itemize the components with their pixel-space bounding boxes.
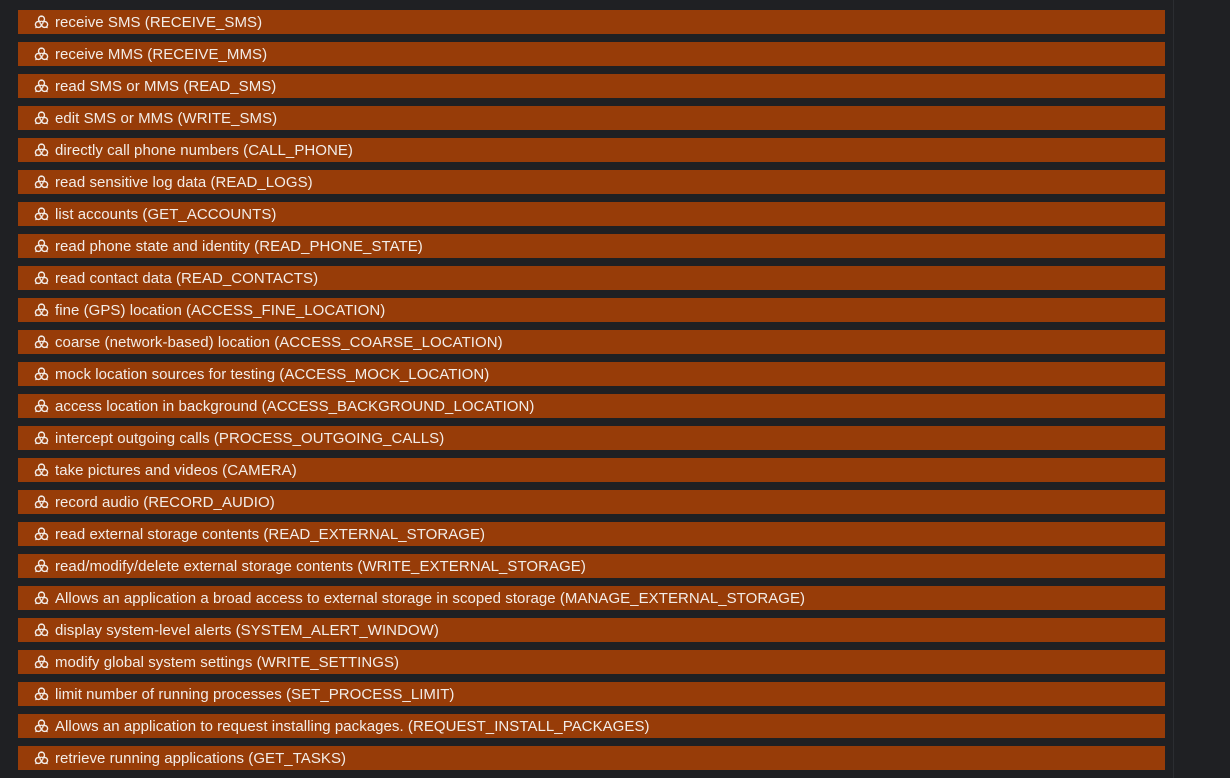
permission-row[interactable]: Allows an application to request install… bbox=[18, 714, 1165, 738]
permissions-page: receive SMS (RECEIVE_SMS) receive MMS (R… bbox=[0, 0, 1230, 778]
permission-label: read sensitive log data (READ_LOGS) bbox=[55, 173, 313, 191]
permission-row[interactable]: access location in background (ACCESS_BA… bbox=[18, 394, 1165, 418]
permission-label: modify global system settings (WRITE_SET… bbox=[55, 653, 400, 671]
permission-label: retrieve running applications (GET_TASKS… bbox=[55, 749, 347, 767]
permission-label: directly call phone numbers (CALL_PHONE) bbox=[55, 141, 353, 159]
permission-row[interactable]: read SMS or MMS (READ_SMS) bbox=[18, 74, 1165, 98]
biohazard-icon bbox=[32, 269, 50, 287]
permission-label: receive SMS (RECEIVE_SMS) bbox=[55, 13, 263, 31]
permission-row[interactable]: display system-level alerts (SYSTEM_ALER… bbox=[18, 618, 1165, 642]
biohazard-icon bbox=[32, 77, 50, 95]
permission-row[interactable]: receive SMS (RECEIVE_SMS) bbox=[18, 10, 1165, 34]
biohazard-icon bbox=[32, 461, 50, 479]
permission-row[interactable]: mock location sources for testing (ACCES… bbox=[18, 362, 1165, 386]
biohazard-icon bbox=[32, 397, 50, 415]
permission-row[interactable]: Allows an application a broad access to … bbox=[18, 586, 1165, 610]
permission-row[interactable]: read contact data (READ_CONTACTS) bbox=[18, 266, 1165, 290]
permission-label: receive MMS (RECEIVE_MMS) bbox=[55, 45, 268, 63]
biohazard-icon bbox=[32, 365, 50, 383]
biohazard-icon bbox=[32, 685, 50, 703]
biohazard-icon bbox=[32, 109, 50, 127]
permission-row[interactable]: receive MMS (RECEIVE_MMS) bbox=[18, 42, 1165, 66]
biohazard-icon bbox=[32, 557, 50, 575]
permission-row[interactable]: record audio (RECORD_AUDIO) bbox=[18, 490, 1165, 514]
permission-label: coarse (network-based) location (ACCESS_… bbox=[55, 333, 503, 351]
biohazard-icon bbox=[32, 141, 50, 159]
permission-label: read phone state and identity (READ_PHON… bbox=[55, 237, 423, 255]
permission-row[interactable]: retrieve running applications (GET_TASKS… bbox=[18, 746, 1165, 770]
permission-label: intercept outgoing calls (PROCESS_OUTGOI… bbox=[55, 429, 445, 447]
permission-label: Allows an application to request install… bbox=[55, 717, 650, 735]
permission-row[interactable]: read external storage contents (READ_EXT… bbox=[18, 522, 1165, 546]
permission-label: read contact data (READ_CONTACTS) bbox=[55, 269, 319, 287]
permission-row[interactable]: read sensitive log data (READ_LOGS) bbox=[18, 170, 1165, 194]
biohazard-icon bbox=[32, 525, 50, 543]
permission-label: display system-level alerts (SYSTEM_ALER… bbox=[55, 621, 439, 639]
biohazard-icon bbox=[32, 749, 50, 767]
permission-row[interactable]: read phone state and identity (READ_PHON… bbox=[18, 234, 1165, 258]
biohazard-icon bbox=[32, 13, 50, 31]
biohazard-icon bbox=[32, 429, 50, 447]
permission-row[interactable]: read/modify/delete external storage cont… bbox=[18, 554, 1165, 578]
biohazard-icon bbox=[32, 621, 50, 639]
biohazard-icon bbox=[32, 45, 50, 63]
permission-label: take pictures and videos (CAMERA) bbox=[55, 461, 297, 479]
biohazard-icon bbox=[32, 589, 50, 607]
biohazard-icon bbox=[32, 205, 50, 223]
dangerous-permissions-list: receive SMS (RECEIVE_SMS) receive MMS (R… bbox=[18, 10, 1165, 778]
permission-label: limit number of running processes (SET_P… bbox=[55, 685, 455, 703]
permission-label: mock location sources for testing (ACCES… bbox=[55, 365, 490, 383]
permission-row[interactable]: modify global system settings (WRITE_SET… bbox=[18, 650, 1165, 674]
permission-row[interactable]: edit SMS or MMS (WRITE_SMS) bbox=[18, 106, 1165, 130]
biohazard-icon bbox=[32, 717, 50, 735]
biohazard-icon bbox=[32, 493, 50, 511]
permission-label: list accounts (GET_ACCOUNTS) bbox=[55, 205, 277, 223]
permission-label: record audio (RECORD_AUDIO) bbox=[55, 493, 275, 511]
permission-row[interactable]: list accounts (GET_ACCOUNTS) bbox=[18, 202, 1165, 226]
permission-row[interactable]: intercept outgoing calls (PROCESS_OUTGOI… bbox=[18, 426, 1165, 450]
biohazard-icon bbox=[32, 653, 50, 671]
permission-label: read external storage contents (READ_EXT… bbox=[55, 525, 486, 543]
biohazard-icon bbox=[32, 301, 50, 319]
permission-row[interactable]: limit number of running processes (SET_P… bbox=[18, 682, 1165, 706]
permission-label: read SMS or MMS (READ_SMS) bbox=[55, 77, 277, 95]
permission-row[interactable]: take pictures and videos (CAMERA) bbox=[18, 458, 1165, 482]
biohazard-icon bbox=[32, 237, 50, 255]
biohazard-icon bbox=[32, 333, 50, 351]
panel-divider bbox=[1173, 0, 1174, 778]
permission-row[interactable]: fine (GPS) location (ACCESS_FINE_LOCATIO… bbox=[18, 298, 1165, 322]
permission-row[interactable]: directly call phone numbers (CALL_PHONE) bbox=[18, 138, 1165, 162]
permission-label: edit SMS or MMS (WRITE_SMS) bbox=[55, 109, 278, 127]
permission-label: Allows an application a broad access to … bbox=[55, 589, 806, 607]
permission-label: read/modify/delete external storage cont… bbox=[55, 557, 586, 575]
permission-row[interactable]: coarse (network-based) location (ACCESS_… bbox=[18, 330, 1165, 354]
permission-label: fine (GPS) location (ACCESS_FINE_LOCATIO… bbox=[55, 301, 386, 319]
biohazard-icon bbox=[32, 173, 50, 191]
permission-label: access location in background (ACCESS_BA… bbox=[55, 397, 535, 415]
